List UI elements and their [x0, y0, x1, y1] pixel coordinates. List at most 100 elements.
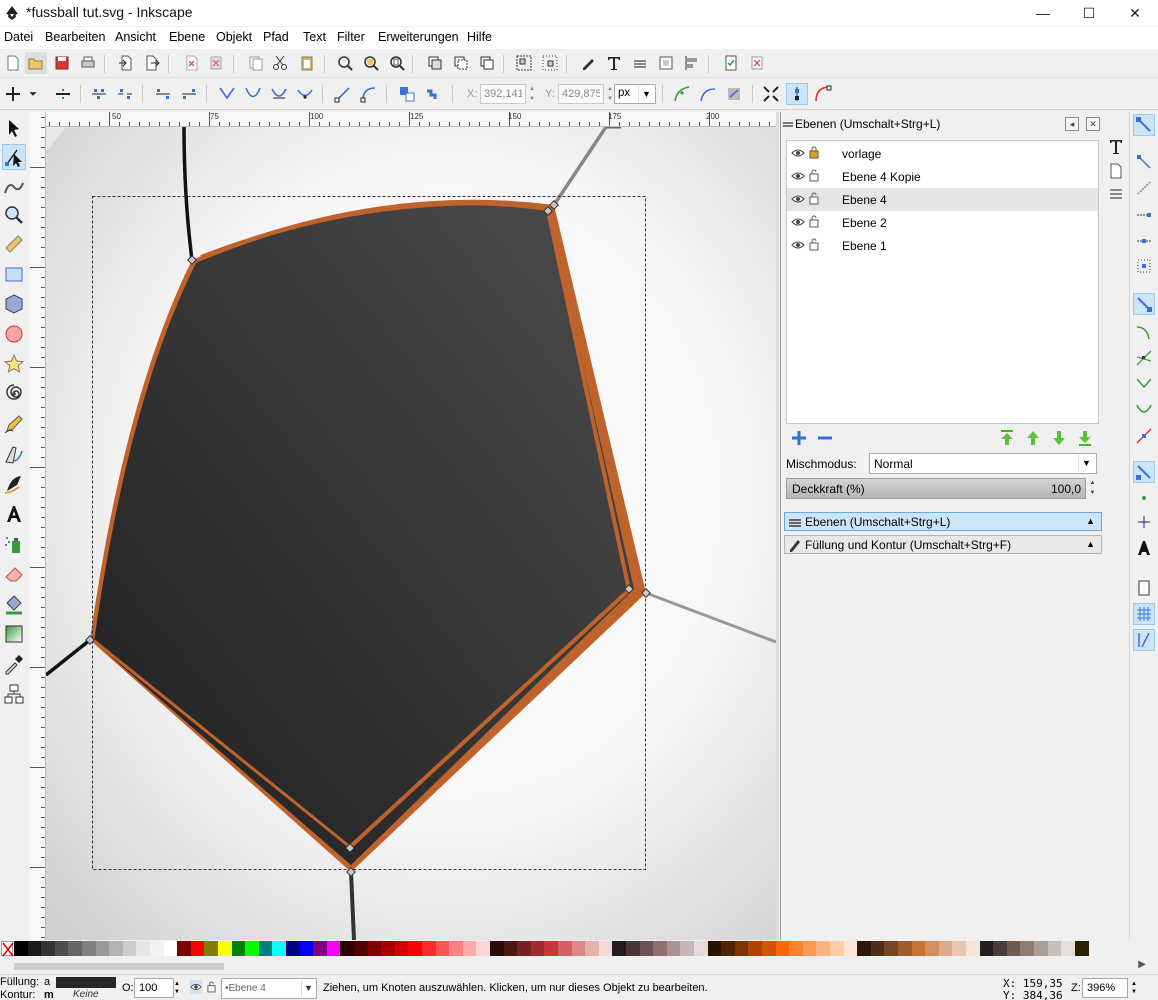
show-path-outline-icon[interactable]: [812, 83, 834, 105]
scrollbar-thumb[interactable]: [14, 963, 224, 970]
spray-tool-icon[interactable]: [2, 531, 26, 557]
snap-text-baseline-icon[interactable]: [1133, 537, 1155, 559]
palette-swatch[interactable]: [326, 941, 341, 956]
palette-swatch[interactable]: [54, 941, 69, 956]
ellipse-tool-icon[interactable]: [2, 321, 26, 347]
menu-bearbeiten[interactable]: Bearbeiten: [45, 30, 105, 44]
palette-swatch[interactable]: [666, 941, 681, 956]
palette-swatch[interactable]: [476, 941, 491, 956]
maximize-button[interactable]: ☐: [1066, 0, 1112, 26]
palette-swatch[interactable]: [1006, 941, 1021, 956]
new-document-icon[interactable]: [2, 52, 24, 74]
palette-swatch[interactable]: [490, 941, 504, 956]
clone-icon[interactable]: [450, 52, 472, 74]
star-tool-icon[interactable]: [2, 351, 26, 377]
palette-swatch[interactable]: [517, 941, 532, 956]
redo-icon[interactable]: [205, 52, 227, 74]
snap-rotation-center-icon[interactable]: [1133, 511, 1155, 533]
snap-bbox-edge-icon[interactable]: [1133, 177, 1155, 199]
layers-icon[interactable]: [629, 52, 651, 74]
text-tool-icon[interactable]: [2, 501, 26, 527]
palette-swatch[interactable]: [789, 941, 804, 956]
menu-ebene[interactable]: Ebene: [169, 30, 205, 44]
palette-swatch[interactable]: [122, 941, 137, 956]
palette-swatch[interactable]: [354, 941, 368, 956]
menu-objekt[interactable]: Objekt: [216, 30, 252, 44]
palette-swatch[interactable]: [925, 941, 940, 956]
palette-swatch[interactable]: [748, 941, 763, 956]
palette-swatch[interactable]: [993, 941, 1008, 956]
palette-swatch[interactable]: [41, 941, 56, 956]
layers-icon[interactable]: [1107, 184, 1125, 202]
palette-swatch[interactable]: [503, 941, 518, 956]
connector-tool-icon[interactable]: [2, 681, 26, 707]
palette-swatch[interactable]: [68, 941, 83, 956]
paste-icon[interactable]: [296, 52, 318, 74]
palette-swatch[interactable]: [802, 941, 817, 956]
cut-icon[interactable]: [269, 52, 291, 74]
eraser-tool-icon[interactable]: [2, 561, 26, 587]
canvas-horizontal-scrollbar[interactable]: ▶: [0, 958, 1158, 974]
eye-icon[interactable]: [791, 239, 805, 251]
opacity-spin-icon[interactable]: ▲ ▼: [174, 980, 180, 996]
palette-swatch[interactable]: [82, 941, 96, 956]
save-icon[interactable]: [51, 52, 73, 74]
drawing-canvas[interactable]: [46, 127, 776, 940]
document-properties-icon[interactable]: [720, 52, 742, 74]
eye-icon[interactable]: [791, 170, 805, 182]
snap-enable-icon[interactable]: [1133, 114, 1155, 136]
palette-swatch[interactable]: [653, 941, 668, 956]
current-layer-select[interactable]: •Ebene 4 ▼: [221, 978, 317, 999]
zoom-page-icon[interactable]: [386, 52, 408, 74]
chevron-down-icon[interactable]: [25, 83, 41, 105]
pencil-tool-icon[interactable]: [2, 411, 26, 437]
path-mask-icon[interactable]: [723, 83, 745, 105]
palette-swatch[interactable]: [1047, 941, 1062, 956]
snap-cusp-nodes-icon[interactable]: [1133, 373, 1155, 395]
segment-curve-icon[interactable]: [358, 83, 380, 105]
segment-line-icon[interactable]: [332, 83, 354, 105]
palette-swatch[interactable]: [408, 941, 423, 956]
join-nodes-icon[interactable]: [88, 83, 110, 105]
panel-iconify-icon[interactable]: ◂: [1065, 117, 1079, 131]
x-spin-icon[interactable]: ▲ ▼: [527, 84, 537, 104]
show-handles-icon[interactable]: [786, 83, 808, 105]
palette-swatch[interactable]: [177, 941, 192, 956]
palette-swatch[interactable]: [762, 941, 776, 956]
path-clip-icon[interactable]: [697, 83, 719, 105]
palette-swatch[interactable]: [299, 941, 314, 956]
snap-line-midpoints-icon[interactable]: [1133, 425, 1155, 447]
palette-swatch[interactable]: [286, 941, 300, 956]
raise-layer-top-icon[interactable]: [998, 429, 1016, 447]
unlock-icon[interactable]: [809, 192, 819, 205]
menu-filter[interactable]: Filter: [337, 30, 365, 44]
palette-swatch[interactable]: [558, 941, 572, 956]
y-coordinate-input[interactable]: [558, 84, 604, 104]
palette-swatch[interactable]: [340, 941, 355, 956]
palette-swatch[interactable]: [612, 941, 627, 956]
palette-swatch[interactable]: [381, 941, 396, 956]
close-button[interactable]: ✕: [1112, 0, 1158, 26]
spiral-tool-icon[interactable]: [2, 381, 26, 407]
palette-swatch[interactable]: [938, 941, 953, 956]
palette-swatch[interactable]: [190, 941, 205, 956]
lock-icon[interactable]: [809, 146, 819, 159]
canvas-vertical-scrollbar[interactable]: [776, 112, 779, 940]
palette-swatch[interactable]: [204, 941, 219, 956]
palette-swatch[interactable]: [585, 941, 600, 956]
snap-bbox-center-icon[interactable]: [1133, 255, 1155, 277]
palette-swatch[interactable]: [966, 941, 980, 956]
group-icon[interactable]: [513, 52, 535, 74]
palette-swatch[interactable]: [313, 941, 328, 956]
menu-hilfe[interactable]: Hilfe: [467, 30, 492, 44]
opacity-spin-icon[interactable]: ▲ ▼: [1088, 478, 1097, 499]
palette-swatch[interactable]: [979, 941, 994, 956]
palette-swatch[interactable]: [884, 941, 899, 956]
palette-swatch[interactable]: [544, 941, 559, 956]
selector-tool-icon[interactable]: [2, 115, 26, 141]
copy-icon[interactable]: [245, 52, 267, 74]
snap-intersections-icon[interactable]: [1133, 347, 1155, 369]
blend-mode-select[interactable]: Normal ▼: [869, 453, 1097, 474]
snap-grids-icon[interactable]: [1133, 603, 1155, 625]
show-transform-handles-icon[interactable]: [760, 83, 782, 105]
